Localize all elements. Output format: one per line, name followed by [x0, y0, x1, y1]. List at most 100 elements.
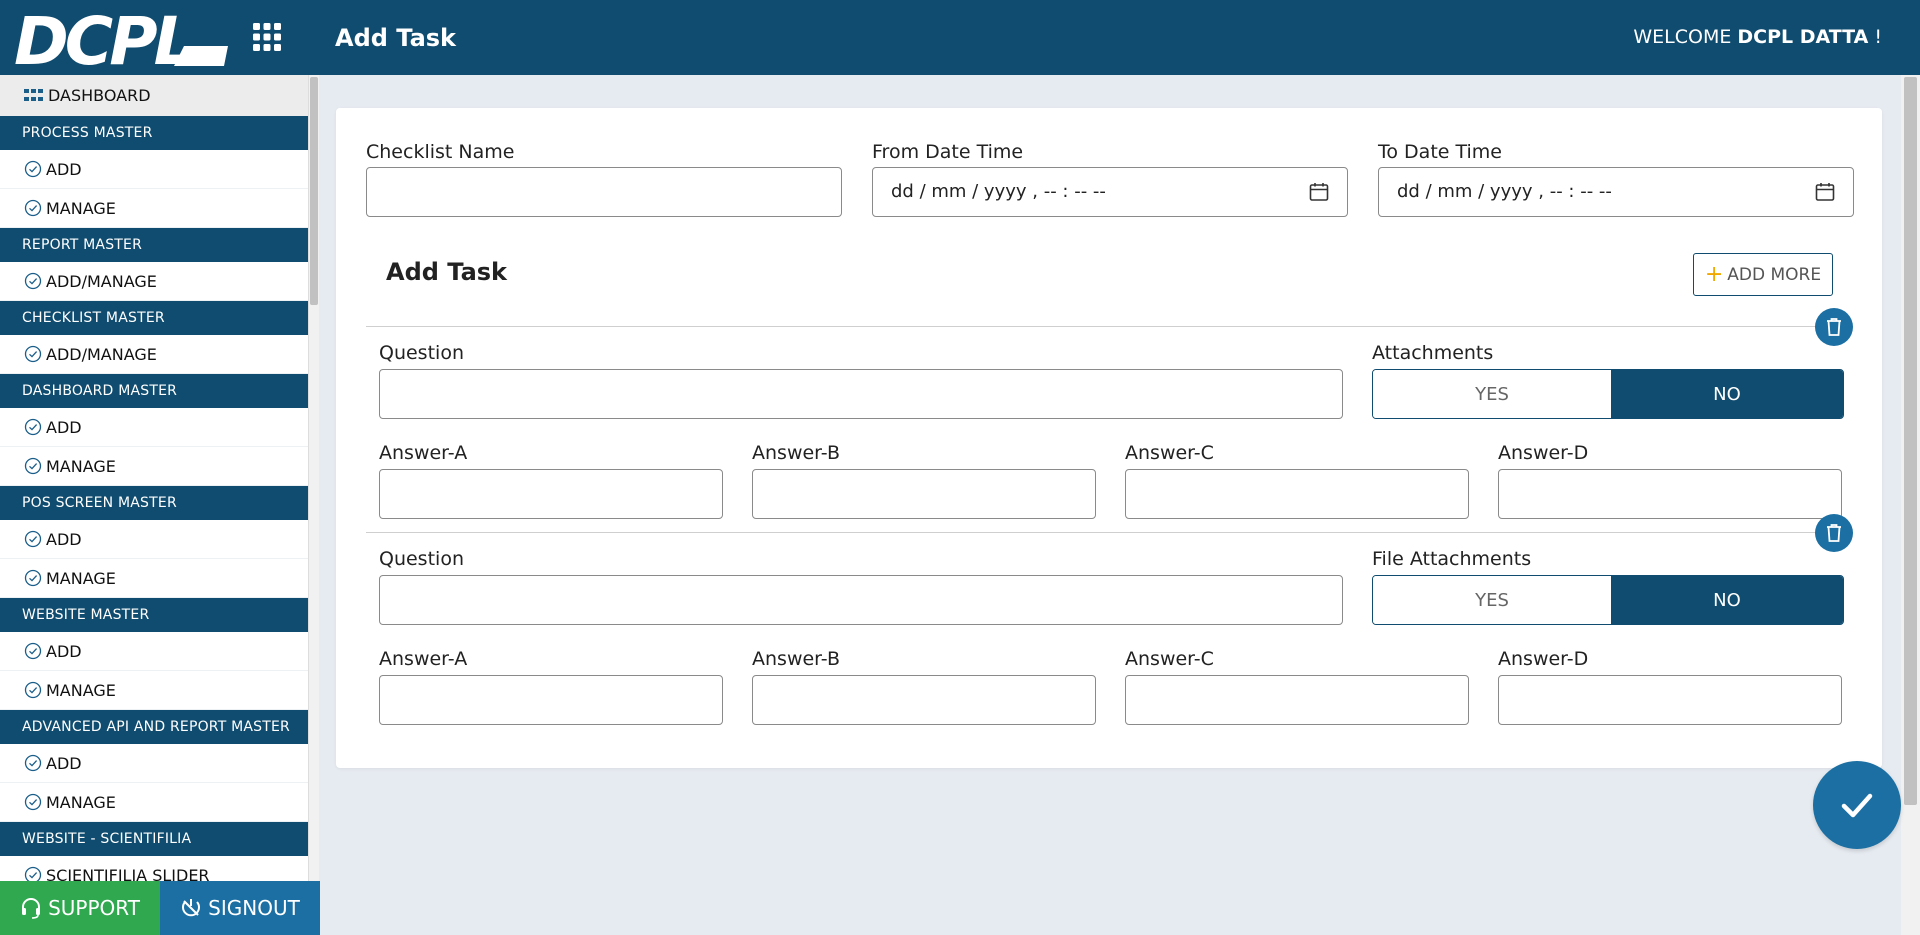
checkmark-icon — [1841, 793, 1873, 818]
page-title: Add Task — [335, 24, 457, 52]
sidebar-section-report-master[interactable]: REPORT MASTER — [0, 228, 308, 262]
answer-a-input[interactable] — [379, 675, 723, 725]
sidebar-scrollbar-thumb[interactable] — [310, 77, 318, 305]
sidebar-item-process-add[interactable]: ADD — [0, 150, 308, 189]
checklist-name-label: Checklist Name — [366, 141, 515, 163]
sidebar-section-website-master[interactable]: WEBSITE MASTER — [0, 598, 308, 632]
page-scrollbar-thumb[interactable] — [1904, 77, 1917, 805]
to-date-time-label: To Date Time — [1378, 141, 1502, 163]
sidebar-item-website-manage[interactable]: MANAGE — [0, 671, 308, 710]
apps-grid-icon[interactable] — [252, 22, 282, 52]
sidebar-item-checklist-add-manage[interactable]: ADD/MANAGE — [0, 335, 308, 374]
question-label: Question — [379, 342, 464, 364]
sidebar-item-dashboard-manage[interactable]: MANAGE — [0, 447, 308, 486]
sidebar-item-api-add[interactable]: ADD — [0, 744, 308, 783]
sidebar-item-report-add-manage[interactable]: ADD/MANAGE — [0, 262, 308, 301]
sidebar-item-dashboard[interactable]: DASHBOARD — [0, 75, 308, 116]
check-circle-icon — [24, 199, 42, 217]
answer-b-input[interactable] — [752, 675, 1096, 725]
plus-icon: + — [1704, 261, 1724, 287]
file-attachments-no-button[interactable]: NO — [1611, 576, 1843, 624]
dcpl-logo: DCPL — [14, 6, 228, 70]
file-attachments-label: File Attachments — [1372, 548, 1532, 570]
support-button[interactable]: SUPPORT — [0, 881, 160, 935]
question-label: Question — [379, 548, 464, 570]
attachments-toggle: YES NO — [1372, 369, 1844, 419]
submit-button[interactable] — [1813, 761, 1901, 849]
welcome-message: WELCOME DCPL DATTA ! — [1633, 26, 1882, 48]
trash-icon — [1827, 318, 1841, 336]
to-date-time-input[interactable]: dd / mm / yyyy , -- : -- -- — [1378, 167, 1854, 217]
signout-icon — [182, 899, 201, 917]
sidebar-section-scientifilia[interactable]: WEBSITE - SCIENTIFILIA — [0, 822, 308, 856]
task-divider — [366, 326, 1852, 327]
headset-icon — [22, 898, 41, 919]
user-name: DCPL DATTA — [1737, 26, 1869, 48]
checklist-name-input[interactable] — [366, 167, 842, 217]
delete-task-button[interactable] — [1815, 514, 1853, 552]
sidebar-scrollbar[interactable] — [309, 75, 319, 881]
add-task-form-card: Checklist Name From Date Time dd / mm / … — [336, 108, 1882, 768]
delete-task-button[interactable] — [1815, 308, 1853, 346]
answer-a-input[interactable] — [379, 469, 723, 519]
calendar-icon[interactable] — [1815, 182, 1835, 202]
attachments-no-button[interactable]: NO — [1611, 370, 1843, 418]
grid-icon — [24, 88, 43, 101]
check-circle-icon — [24, 272, 42, 290]
answer-d-label: Answer-D — [1498, 442, 1589, 464]
from-date-time-label: From Date Time — [872, 141, 1024, 163]
check-circle-icon — [24, 457, 42, 475]
task-divider — [366, 532, 1852, 533]
sidebar-item-api-manage[interactable]: MANAGE — [0, 783, 308, 822]
check-circle-icon — [24, 530, 42, 548]
answer-a-label: Answer-A — [379, 648, 468, 670]
answer-c-input[interactable] — [1125, 469, 1469, 519]
sidebar-item-scientifilia-slider[interactable]: SCIENTIFILIA SLIDER — [0, 856, 308, 881]
sidebar-item-website-add[interactable]: ADD — [0, 632, 308, 671]
check-circle-icon — [24, 569, 42, 587]
attachments-yes-button[interactable]: YES — [1373, 370, 1611, 418]
check-circle-icon — [24, 793, 42, 811]
answer-d-input[interactable] — [1498, 675, 1842, 725]
sidebar-item-dashboard-add[interactable]: ADD — [0, 408, 308, 447]
file-attachments-yes-button[interactable]: YES — [1373, 576, 1611, 624]
top-header: DCPL Add Task WELCOME DCPL DATTA ! — [0, 0, 1920, 75]
add-task-section-title: Add Task — [386, 258, 508, 286]
sidebar-section-pos-screen-master[interactable]: POS SCREEN MASTER — [0, 486, 308, 520]
svg-text:DCPL: DCPL — [14, 6, 192, 70]
calendar-icon[interactable] — [1309, 182, 1329, 202]
check-circle-icon — [24, 418, 42, 436]
page-scrollbar[interactable] — [1901, 75, 1920, 935]
answer-b-label: Answer-B — [752, 648, 840, 670]
sidebar-section-advanced-api[interactable]: ADVANCED API AND REPORT MASTER — [0, 710, 308, 744]
sidebar-item-process-manage[interactable]: MANAGE — [0, 189, 308, 228]
trash-icon — [1827, 524, 1841, 542]
answer-a-label: Answer-A — [379, 442, 468, 464]
check-circle-icon — [24, 681, 42, 699]
sidebar-section-dashboard-master[interactable]: DASHBOARD MASTER — [0, 374, 308, 408]
signout-button[interactable]: SIGNOUT — [160, 881, 320, 935]
attachments-label: Attachments — [1372, 342, 1494, 364]
answer-c-label: Answer-C — [1125, 648, 1214, 670]
file-attachments-toggle: YES NO — [1372, 575, 1844, 625]
sidebar-section-checklist-master[interactable]: CHECKLIST MASTER — [0, 301, 308, 335]
sidebar: DASHBOARD PROCESS MASTER ADD MANAGE REPO… — [0, 75, 309, 881]
answer-b-label: Answer-B — [752, 442, 840, 464]
sidebar-item-pos-manage[interactable]: MANAGE — [0, 559, 308, 598]
check-circle-icon — [24, 866, 42, 881]
answer-c-input[interactable] — [1125, 675, 1469, 725]
check-circle-icon — [24, 642, 42, 660]
answer-b-input[interactable] — [752, 469, 1096, 519]
sidebar-section-process-master[interactable]: PROCESS MASTER — [0, 116, 308, 150]
question-input[interactable] — [379, 369, 1343, 419]
from-date-time-input[interactable]: dd / mm / yyyy , -- : -- -- — [872, 167, 1348, 217]
answer-d-label: Answer-D — [1498, 648, 1589, 670]
question-input[interactable] — [379, 575, 1343, 625]
sidebar-item-pos-add[interactable]: ADD — [0, 520, 308, 559]
answer-d-input[interactable] — [1498, 469, 1842, 519]
add-more-button[interactable]: + ADD MORE — [1693, 253, 1833, 296]
check-circle-icon — [24, 345, 42, 363]
check-circle-icon — [24, 754, 42, 772]
check-circle-icon — [24, 160, 42, 178]
answer-c-label: Answer-C — [1125, 442, 1214, 464]
